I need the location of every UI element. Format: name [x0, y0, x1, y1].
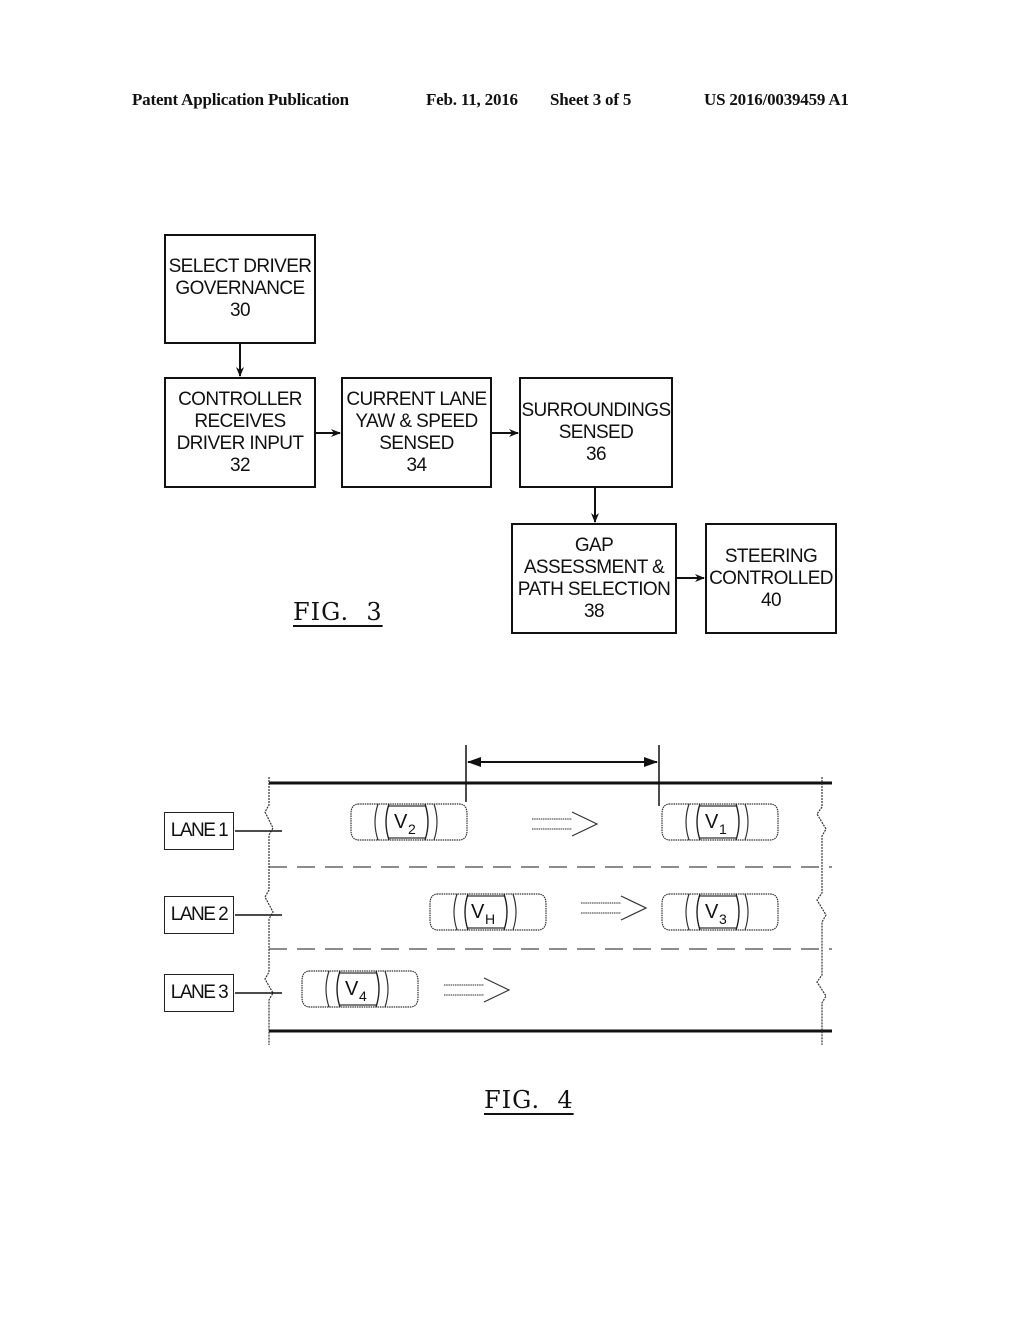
vehicle-subscript: 3	[719, 911, 727, 927]
vehicle-v3: V 3	[661, 893, 779, 931]
vehicle-vh: V H	[429, 893, 547, 931]
direction-arrow-icon	[580, 895, 647, 921]
vehicle-subscript: 4	[359, 988, 367, 1004]
lane-2-label: LANE 2	[164, 896, 234, 934]
lane-1-label: LANE 1	[164, 812, 234, 850]
vehicle-subscript: 2	[408, 821, 416, 837]
fig4-caption: FIG. 4	[484, 1086, 574, 1114]
direction-arrow-icon	[531, 811, 598, 837]
vehicle-v1: V 1	[661, 803, 779, 841]
vehicle-v2: V 2	[350, 803, 468, 841]
vehicle-label: V	[705, 901, 719, 923]
vehicle-label: V	[705, 811, 719, 833]
vehicle-label: V	[345, 978, 359, 1000]
vehicle-label: V	[394, 811, 408, 833]
lane-3-label: LANE 3	[164, 974, 234, 1012]
fig4-road-diagram: V 2 V 1 V H V 3 V 4	[235, 745, 832, 1045]
vehicle-subscript: 1	[719, 821, 727, 837]
direction-arrow-icon	[443, 977, 510, 1003]
vehicle-subscript: H	[485, 911, 495, 927]
break-line-right	[816, 777, 827, 1045]
break-line-left	[264, 777, 274, 1045]
vehicle-v4: V 4	[301, 970, 419, 1008]
vehicle-label: V	[471, 901, 485, 923]
